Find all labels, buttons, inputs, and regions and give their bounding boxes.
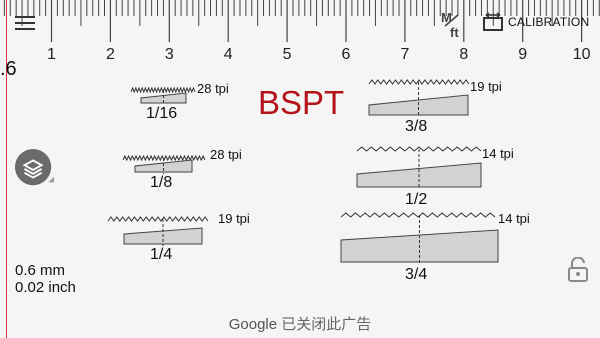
thread-teeth	[340, 212, 496, 218]
ad-banner[interactable]: Google 已关闭此广告	[0, 313, 600, 334]
readout-mm: 0.6 mm	[15, 262, 66, 279]
thread-profile	[340, 212, 499, 264]
readout-inch: 0.02 inch	[15, 279, 76, 296]
ad-brand: Google	[228, 316, 278, 333]
ad-text: 已关闭此广告	[281, 316, 372, 333]
thread-tpi-label: 14 tpi	[498, 211, 530, 226]
layers-button[interactable]	[14, 148, 56, 190]
unlock-icon	[568, 257, 588, 282]
thread-size-label: 3/4	[405, 266, 428, 283]
layers-icon	[14, 148, 55, 186]
lock-button[interactable]	[566, 256, 590, 284]
measurement-readout: 0.6 mm 0.02 inch	[15, 262, 76, 296]
